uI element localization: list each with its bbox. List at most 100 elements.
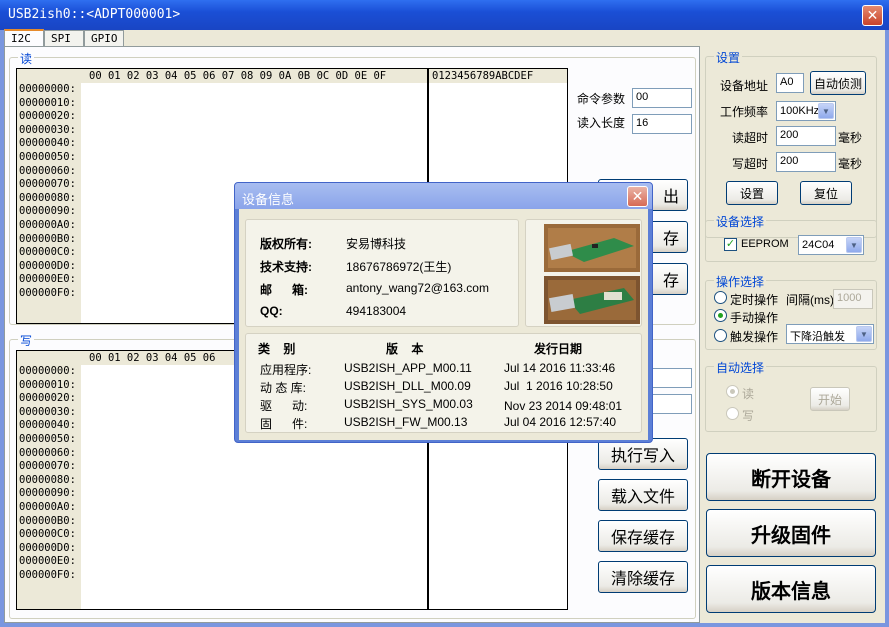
read-timeout-unit: 毫秒 xyxy=(838,131,863,145)
email-label: 邮 箱: xyxy=(260,283,309,297)
auto-write-label: 写 xyxy=(742,409,755,423)
hex-address-row: 000000F0: xyxy=(19,568,76,581)
close-icon: ✕ xyxy=(866,7,879,23)
row-version: USB2ISH_DLL_M00.09 xyxy=(344,379,471,393)
timed-radio[interactable] xyxy=(714,291,727,304)
auto-write-radio[interactable] xyxy=(726,407,739,420)
save-buffer-button[interactable]: 保存缓存 xyxy=(598,520,688,552)
read-hex-header: 00 01 02 03 04 05 06 07 08 09 0A 0B 0C 0… xyxy=(17,69,427,83)
write-timeout-input[interactable]: 200 xyxy=(776,152,836,172)
dialog-close-button[interactable]: ✕ xyxy=(627,186,648,207)
hex-address-row: 000000E0: xyxy=(19,555,76,568)
auto-detect-button[interactable]: 自动侦测 xyxy=(810,71,866,95)
hex-address-row: 000000C0: xyxy=(19,246,76,259)
hex-address-row: 00000030: xyxy=(19,405,76,418)
tab-spi[interactable]: SPI xyxy=(44,30,84,46)
dialog-title: 设备信息 xyxy=(242,192,295,207)
row-type: 固 件: xyxy=(260,417,308,431)
auto-select-title: 自动选择 xyxy=(714,359,767,376)
hex-address-row: 00000070: xyxy=(19,178,76,191)
hex-address-row: 00000050: xyxy=(19,150,76,163)
read-address-column: 00000000: 00000010: 00000020: 00000030: 0000… xyxy=(17,83,81,323)
set-button[interactable]: 设置 xyxy=(726,181,778,205)
cmd-param-label: 命令参数 xyxy=(577,92,626,106)
auto-read-radio[interactable] xyxy=(726,385,739,398)
window-title: USB2ish0::<ADPT000001> xyxy=(8,7,181,22)
qq-value: 494183004 xyxy=(346,304,407,318)
hex-address-row: 000000D0: xyxy=(19,259,76,272)
hex-address-row: 000000E0: xyxy=(19,273,76,286)
hex-address-row: 00000050: xyxy=(19,432,76,445)
hex-address-row: 00000010: xyxy=(19,96,76,109)
device-photo-top xyxy=(544,224,640,272)
hex-address-row: 00000080: xyxy=(19,191,76,204)
chevron-down-icon: ▼ xyxy=(846,237,862,253)
hex-address-row: 000000C0: xyxy=(19,528,76,541)
hex-address-row: 000000B0: xyxy=(19,514,76,527)
eeprom-checkbox[interactable]: ✓ xyxy=(724,238,737,251)
interval-input[interactable]: 1000 xyxy=(833,289,873,309)
hex-address-row: 000000A0: xyxy=(19,500,76,513)
settings-group-title: 设置 xyxy=(714,49,743,66)
device-info-dialog: 设备信息 ✕ 版权所有: 安易博科技 技术支持: 18676786972(王生)… xyxy=(234,182,653,443)
auto-select-group: 自动选择 读 写 开始 xyxy=(705,359,877,432)
col-date-header: 发行日期 xyxy=(534,342,583,356)
device-select-title: 设备选择 xyxy=(714,213,767,230)
trigger-label: 触发操作 xyxy=(730,330,779,344)
hex-address-row: 00000040: xyxy=(19,137,76,150)
reset-button[interactable]: 复位 xyxy=(800,181,852,205)
chip-select[interactable]: 24C04 ▼ xyxy=(798,235,864,255)
tab-strip: I2C SPI GPIO xyxy=(4,29,885,46)
cmd-param-input[interactable]: 00 xyxy=(632,88,692,108)
hex-address-row: 000000F0: xyxy=(19,286,76,299)
operation-select-group: 操作选择 定时操作 间隔(ms) 1000 手动操作 触发操作 下降沿触发 ▼ xyxy=(705,273,877,350)
trigger-select[interactable]: 下降沿触发 ▼ xyxy=(786,324,874,344)
hex-address-row: 00000000: xyxy=(19,365,76,377)
manual-radio[interactable] xyxy=(714,309,727,322)
upgrade-firmware-button[interactable]: 升级固件 xyxy=(706,509,876,557)
hex-address-row: 000000A0: xyxy=(19,218,76,231)
disconnect-button[interactable]: 断开设备 xyxy=(706,453,876,501)
settings-group: 设置 设备地址 A0 自动侦测 工作频率 100KHz ▼ 读超时 200 毫秒… xyxy=(705,49,877,238)
chevron-down-icon: ▼ xyxy=(856,326,872,342)
close-icon: ✕ xyxy=(631,188,644,204)
dialog-body: 版权所有: 安易博科技 技术支持: 18676786972(王生) 邮 箱: a… xyxy=(239,209,648,440)
window-close-button[interactable]: ✕ xyxy=(862,5,883,26)
interval-label: 间隔(ms) xyxy=(786,293,834,307)
hex-address-row: 00000060: xyxy=(19,164,76,177)
addr-input[interactable]: A0 xyxy=(776,73,804,93)
load-file-button[interactable]: 载入文件 xyxy=(598,479,688,511)
read-length-label: 读入长度 xyxy=(577,116,626,130)
chevron-down-icon: ▼ xyxy=(818,103,834,119)
write-timeout-unit: 毫秒 xyxy=(838,157,863,171)
hex-address-row: 00000070: xyxy=(19,460,76,473)
hex-address-row: 000000B0: xyxy=(19,232,76,245)
contact-panel: 版权所有: 安易博科技 技术支持: 18676786972(王生) 邮 箱: a… xyxy=(245,219,519,327)
manual-label: 手动操作 xyxy=(730,311,779,325)
freq-select[interactable]: 100KHz ▼ xyxy=(776,101,836,121)
read-timeout-input[interactable]: 200 xyxy=(776,126,836,146)
write-address-column: 00000000: 00000010: 00000020: 00000030: 0000… xyxy=(17,365,81,609)
row-version: USB2ISH_SYS_M00.03 xyxy=(344,397,473,411)
operation-select-title: 操作选择 xyxy=(714,273,767,290)
read-length-input[interactable]: 16 xyxy=(632,114,692,134)
col-type-header: 类 别 xyxy=(258,342,296,356)
trigger-radio[interactable] xyxy=(714,329,727,342)
hex-address-row: 00000090: xyxy=(19,205,76,218)
row-date: Jul 1 2016 10:28:50 xyxy=(504,379,613,393)
copyright-label: 版权所有: xyxy=(260,237,312,251)
copyright-value: 安易博科技 xyxy=(346,237,407,251)
hex-address-row: 00000090: xyxy=(19,487,76,500)
row-type: 驱 动: xyxy=(260,399,308,413)
auto-start-button[interactable]: 开始 xyxy=(810,387,850,411)
tab-gpio[interactable]: GPIO xyxy=(84,30,124,46)
hex-address-row: 00000000: xyxy=(19,83,76,95)
addr-label: 设备地址 xyxy=(720,79,769,93)
clear-buffer-button[interactable]: 清除缓存 xyxy=(598,561,688,593)
row-type: 应用程序: xyxy=(260,363,312,377)
tab-i2c[interactable]: I2C xyxy=(4,29,44,46)
col-version-header: 版 本 xyxy=(386,342,424,356)
hex-address-row: 000000D0: xyxy=(19,541,76,554)
version-info-button[interactable]: 版本信息 xyxy=(706,565,876,613)
checkmark-icon: ✓ xyxy=(725,238,736,250)
